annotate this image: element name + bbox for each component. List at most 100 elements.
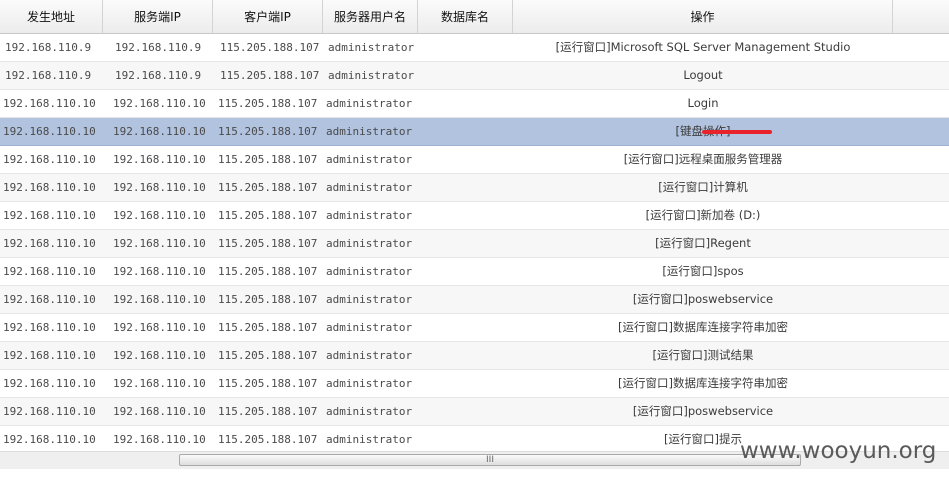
cell-database-name: [418, 258, 508, 285]
table-row[interactable]: 192.168.110.10 192.168.110.10 115.205.188.…: [0, 314, 949, 342]
cell-client-ip: 115.205.188.107: [218, 97, 318, 110]
table-row[interactable]: 192.168.110.10 192.168.110.10 115.205.188.…: [0, 258, 949, 286]
cell-server-ip: 192.168.110.10: [113, 181, 206, 194]
column-header-server-username[interactable]: 服务器用户名: [323, 0, 418, 33]
cell-client-ip: 115.205.188.107: [220, 41, 320, 54]
cell-server-username: administrator: [326, 153, 413, 166]
column-header-source-address[interactable]: 发生地址: [0, 0, 103, 33]
cell-client-ip: 115.205.188.107: [218, 265, 318, 278]
cell-server-username: administrator: [328, 69, 415, 82]
table-row[interactable]: 192.168.110.10 192.168.110.10 115.205.188.…: [0, 118, 949, 146]
column-header-operation[interactable]: 操作: [513, 0, 893, 33]
table-row[interactable]: 192.168.110.9 192.168.110.9 115.205.188.10…: [0, 34, 949, 62]
table-row[interactable]: 192.168.110.10 192.168.110.10 115.205.188.…: [0, 146, 949, 174]
cell-operation: [运行窗口]poswebservice: [632, 404, 774, 418]
cell-client-ip: 115.205.188.107: [218, 181, 318, 194]
scrollbar-thumb[interactable]: III: [179, 454, 801, 466]
table-row[interactable]: 192.168.110.10 192.168.110.10 115.205.188.…: [0, 370, 949, 398]
cell-source-address: 192.168.110.10: [3, 153, 96, 166]
cell-operation: [运行窗口]Microsoft SQL Server Management St…: [555, 40, 851, 54]
cell-client-ip: 115.205.188.107: [218, 125, 318, 138]
cell-server-ip: 192.168.110.10: [113, 97, 206, 110]
cell-server-username: administrator: [326, 293, 413, 306]
cell-database-name: [418, 174, 508, 201]
cell-server-username: administrator: [326, 237, 413, 250]
watermark: www.wooyun.org: [740, 438, 937, 464]
cell-server-ip: 192.168.110.10: [113, 321, 206, 334]
cell-server-ip: 192.168.110.10: [113, 237, 206, 250]
cell-operation: [运行窗口]计算机: [658, 180, 748, 194]
scrollbar-grip-icon: III: [486, 455, 494, 465]
cell-operation: [运行窗口]Regent: [655, 236, 751, 250]
cell-operation: [运行窗口]远程桌面服务管理器: [623, 152, 783, 166]
cell-source-address: 192.168.110.10: [3, 125, 96, 138]
cell-database-name: [418, 398, 508, 425]
table-row[interactable]: 192.168.110.10 192.168.110.10 115.205.188.…: [0, 174, 949, 202]
cell-operation: [运行窗口]spos: [662, 264, 744, 278]
cell-operation: [运行窗口]测试结果: [652, 348, 754, 362]
table-row[interactable]: 192.168.110.9 192.168.110.9 115.205.188.10…: [0, 62, 949, 90]
cell-server-ip: 192.168.110.10: [113, 349, 206, 362]
cell-source-address: 192.168.110.10: [3, 209, 96, 222]
cell-client-ip: 115.205.188.107: [218, 349, 318, 362]
cell-operation: [运行窗口]数据库连接字符串加密: [618, 320, 788, 334]
cell-operation: [运行窗口]数据库连接字符串加密: [618, 376, 788, 390]
table-row[interactable]: 192.168.110.10 192.168.110.10 115.205.188.…: [0, 398, 949, 426]
cell-database-name: [418, 342, 508, 369]
column-header-client-ip[interactable]: 客户端IP: [213, 0, 323, 33]
cell-server-ip: 192.168.110.10: [113, 209, 206, 222]
cell-server-ip: 192.168.110.10: [113, 153, 206, 166]
cell-client-ip: 115.205.188.107: [218, 377, 318, 390]
cell-source-address: 192.168.110.9: [5, 69, 92, 82]
cell-source-address: 192.168.110.10: [3, 293, 96, 306]
cell-server-username: administrator: [326, 405, 413, 418]
cell-source-address: 192.168.110.10: [3, 321, 96, 334]
cell-server-username: administrator: [326, 377, 413, 390]
table-row[interactable]: 192.168.110.10 192.168.110.10 115.205.188.…: [0, 90, 949, 118]
table-body: 192.168.110.9 192.168.110.9 115.205.188.10…: [0, 34, 949, 454]
cell-database-name: [420, 62, 510, 89]
cell-client-ip: 115.205.188.107: [218, 433, 318, 446]
cell-server-username: administrator: [326, 349, 413, 362]
cell-server-ip: 192.168.110.9: [115, 41, 202, 54]
table-row[interactable]: 192.168.110.10 192.168.110.10 115.205.188.…: [0, 230, 949, 258]
table-row[interactable]: 192.168.110.10 192.168.110.10 115.205.188.…: [0, 342, 949, 370]
cell-source-address: 192.168.110.10: [3, 265, 96, 278]
cell-source-address: 192.168.110.10: [3, 237, 96, 250]
cell-source-address: 192.168.110.10: [3, 181, 96, 194]
cell-server-ip: 192.168.110.10: [113, 433, 206, 446]
table-row[interactable]: 192.168.110.10 192.168.110.10 115.205.188.…: [0, 286, 949, 314]
cell-server-username: administrator: [326, 97, 413, 110]
cell-client-ip: 115.205.188.107: [220, 69, 320, 82]
cell-server-username: administrator: [328, 41, 415, 54]
cell-database-name: [418, 118, 508, 145]
cell-source-address: 192.168.110.10: [3, 405, 96, 418]
cell-database-name: [418, 230, 508, 257]
cell-source-address: 192.168.110.10: [3, 349, 96, 362]
column-header-database-name[interactable]: 数据库名: [418, 0, 513, 33]
cell-server-username: administrator: [326, 125, 413, 138]
cell-client-ip: 115.205.188.107: [218, 293, 318, 306]
redaction-mark: [702, 130, 772, 134]
column-header-server-ip[interactable]: 服务端IP: [103, 0, 213, 33]
cell-server-ip: 192.168.110.10: [113, 293, 206, 306]
cell-database-name: [418, 90, 508, 117]
cell-operation: Login: [687, 96, 719, 110]
cell-operation: Logout: [683, 68, 723, 82]
cell-server-username: administrator: [326, 209, 413, 222]
cell-client-ip: 115.205.188.107: [218, 237, 318, 250]
cell-client-ip: 115.205.188.107: [218, 405, 318, 418]
cell-server-username: administrator: [326, 181, 413, 194]
cell-server-username: administrator: [326, 433, 413, 446]
cell-operation: [运行窗口]新加卷 (D:): [645, 208, 761, 222]
cell-server-username: administrator: [326, 265, 413, 278]
table-header: 发生地址 服务端IP 客户端IP 服务器用户名 数据库名 操作: [0, 0, 949, 34]
cell-source-address: 192.168.110.9: [5, 41, 92, 54]
cell-database-name: [420, 34, 510, 61]
cell-client-ip: 115.205.188.107: [218, 153, 318, 166]
cell-database-name: [418, 314, 508, 341]
cell-operation: [运行窗口]poswebservice: [632, 292, 774, 306]
cell-source-address: 192.168.110.10: [3, 433, 96, 446]
cell-server-username: administrator: [326, 321, 413, 334]
table-row[interactable]: 192.168.110.10 192.168.110.10 115.205.188.…: [0, 202, 949, 230]
